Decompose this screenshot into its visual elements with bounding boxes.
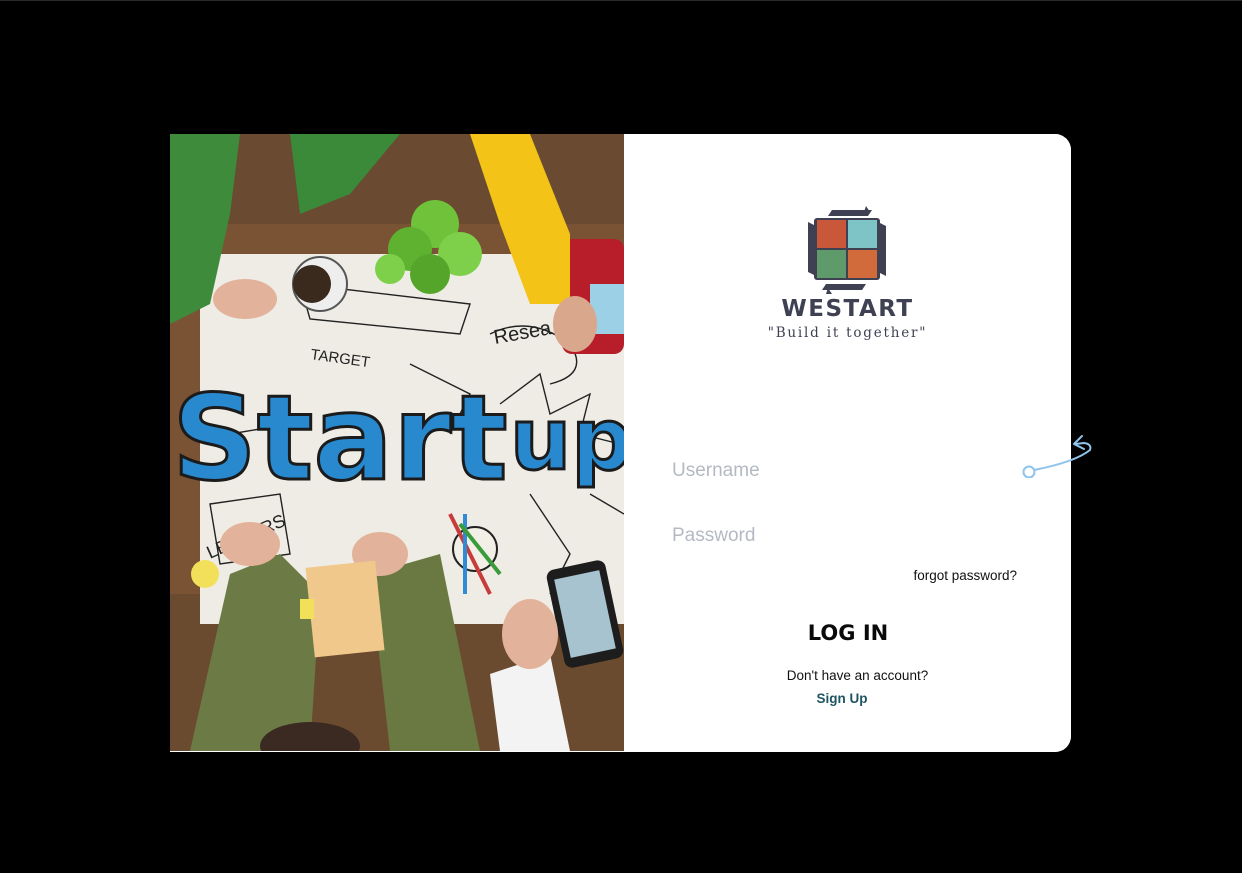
- login-button[interactable]: LOG IN: [748, 615, 948, 651]
- brand-tagline: "Build it together": [767, 325, 928, 341]
- no-account-text: Don't have an account?: [786, 668, 929, 683]
- startup-lettering: Start up: [171, 368, 625, 509]
- cursor-pointer-icon: [1022, 435, 1092, 478]
- forgot-password-link[interactable]: forgot password?: [913, 568, 1017, 583]
- login-panel: WESTART "Build it together" forgot passw…: [624, 134, 1071, 752]
- password-input[interactable]: [672, 519, 1012, 553]
- signup-link[interactable]: Sign Up: [624, 691, 1060, 706]
- books-grid-logo-icon: [808, 206, 886, 294]
- startup-hero-image: Start up TARGET Resea LEADERS: [170, 134, 624, 751]
- hero-word-start: Start: [172, 369, 508, 507]
- login-card: Start up TARGET Resea LEADERS: [170, 134, 1071, 752]
- brand-name: WESTART: [781, 296, 914, 322]
- hero-word-up: up: [510, 390, 624, 490]
- username-input[interactable]: [672, 454, 1012, 488]
- top-border-line: [0, 0, 1242, 1]
